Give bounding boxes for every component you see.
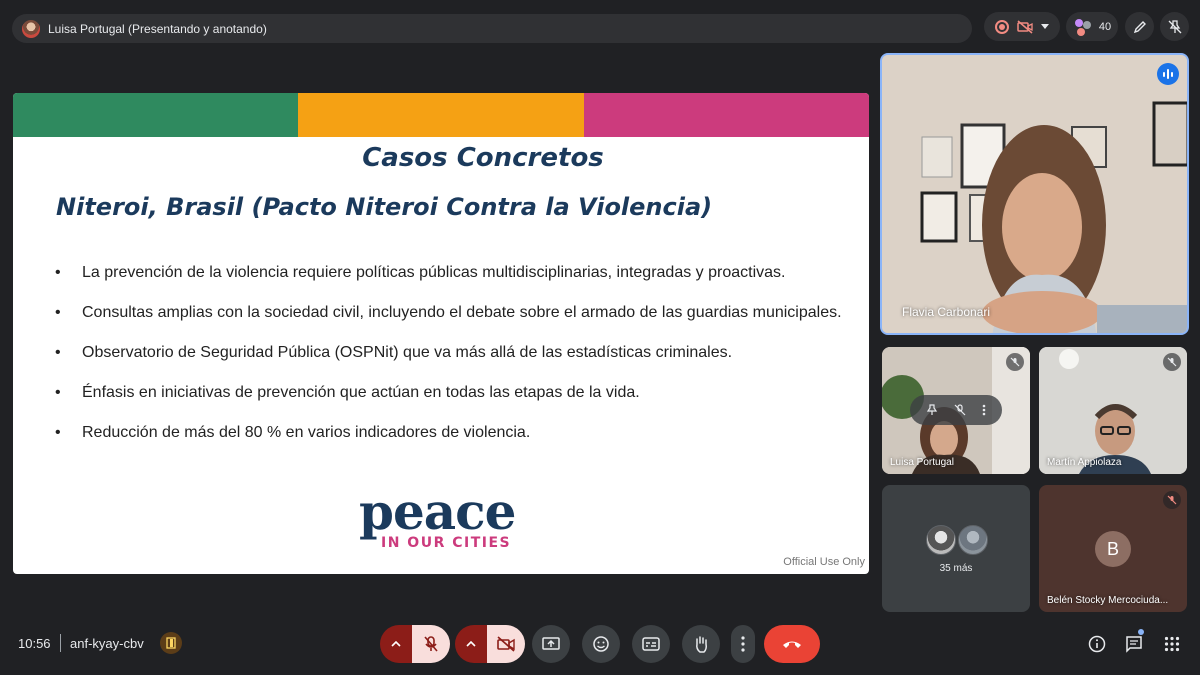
participant-tile[interactable]: Luisa Portugal (882, 347, 1030, 474)
participant-tile[interactable]: Martín Appiolaza (1039, 347, 1187, 474)
chat-notification-dot (1138, 629, 1144, 635)
apps-grid-icon (1164, 636, 1180, 652)
chat-icon (1126, 636, 1142, 653)
slide-bullet: Observatorio de Seguridad Pública (OSPNi… (55, 333, 845, 373)
raise-hand-button[interactable] (682, 625, 720, 663)
meet-window: Luisa Portugal (Presentando y anotando) … (0, 0, 1200, 675)
more-participants-avatars (926, 525, 988, 555)
mic-off-icon (1163, 353, 1181, 371)
leave-call-button[interactable] (764, 625, 820, 663)
mic-off-icon (1006, 353, 1024, 371)
audio-options-button[interactable] (380, 625, 412, 663)
presenter-avatar (22, 19, 40, 38)
slide-bullet-list: La prevención de la violencia requiere p… (55, 253, 845, 453)
participant-name: Luisa Portugal (890, 457, 954, 468)
hand-icon (696, 636, 707, 653)
mute-participant-icon[interactable] (954, 404, 966, 416)
people-icon (1074, 18, 1091, 36)
meeting-details-button[interactable] (1085, 632, 1109, 656)
more-participants-tile[interactable]: 35 más (882, 485, 1030, 612)
annotate-button[interactable] (1125, 12, 1154, 41)
slide-bullet: Reducción de más del 80 % en varios indi… (55, 413, 845, 453)
logo-main-text: peace (359, 482, 516, 541)
video-feed-flavia (882, 55, 1187, 333)
meeting-code: anf-kyay-cbv (70, 636, 144, 651)
shared-slide: Casos Concretos Niteroi, Brasil (Pacto N… (13, 93, 869, 574)
avatar (926, 525, 956, 555)
speaking-indicator-icon (1157, 63, 1179, 85)
captions-button[interactable] (632, 625, 670, 663)
presenter-label: Luisa Portugal (Presentando y anotando) (48, 21, 267, 36)
pin-icon[interactable] (926, 404, 938, 416)
participant-tile[interactable]: B Belén Stocky Mercociuda... (1039, 485, 1187, 612)
slide-bullet: Consultas amplias con la sociedad civil,… (55, 293, 845, 333)
participant-name: Belén Stocky Mercociuda... (1047, 595, 1169, 606)
tile-hover-toolbar[interactable] (910, 395, 1002, 425)
unpin-button[interactable] (1160, 12, 1189, 41)
chevron-down-icon (1041, 23, 1049, 29)
participants-button[interactable]: 40 (1066, 12, 1118, 41)
divider (60, 634, 61, 652)
activities-button[interactable] (1160, 632, 1184, 656)
logo-sub-text: IN OUR CITIES (381, 535, 512, 551)
mic-off-icon (424, 636, 438, 652)
presenter-banner[interactable]: Luisa Portugal (Presentando y anotando) (12, 14, 972, 43)
slide-title: Casos Concretos (362, 143, 604, 173)
slide-stripe-green (13, 93, 298, 137)
more-options-button[interactable] (731, 625, 755, 663)
chat-button[interactable] (1122, 632, 1146, 656)
participant-name: Martín Appiolaza (1047, 457, 1122, 468)
participant-name: Flavia Carbonari (902, 305, 991, 319)
video-off-icon (1017, 19, 1033, 34)
door-icon[interactable] (160, 632, 182, 654)
camera-off-icon (497, 636, 515, 652)
avatar (958, 525, 988, 555)
chevron-up-icon (391, 641, 401, 647)
present-screen-button[interactable] (532, 625, 570, 663)
pen-icon (1133, 20, 1146, 33)
camera-toggle-button[interactable] (487, 625, 525, 663)
avatar: B (1095, 531, 1131, 567)
present-to-all-icon (542, 637, 560, 650)
video-options-button[interactable] (455, 625, 487, 663)
more-vert-icon (741, 636, 745, 652)
record-icon (995, 19, 1009, 34)
slide-subtitle: Niteroi, Brasil (Pacto Niteroi Contra la… (56, 193, 713, 221)
emoji-icon (593, 636, 609, 652)
info-icon (1088, 635, 1106, 653)
slide-stripe-pink (584, 93, 869, 137)
reactions-button[interactable] (582, 625, 620, 663)
active-speaker-tile[interactable]: Flavia Carbonari (880, 53, 1189, 335)
closed-caption-icon (642, 637, 660, 651)
recording-controls[interactable] (984, 12, 1060, 41)
slide-bullet: La prevención de la violencia requiere p… (55, 253, 845, 293)
microphone-toggle-button[interactable] (412, 625, 450, 663)
mic-off-icon (1163, 491, 1181, 509)
slide-bullet: Énfasis en iniciativas de prevención que… (55, 373, 845, 413)
peace-in-our-cities-logo: peace IN OUR CITIES (359, 482, 529, 552)
call-end-icon (783, 641, 801, 648)
pin-off-icon (1168, 19, 1181, 33)
slide-stripe-orange (298, 93, 584, 137)
more-participants-count: 35 más (939, 563, 973, 574)
current-time: 10:56 (18, 636, 51, 651)
participant-count: 40 (1098, 20, 1112, 33)
more-vert-icon[interactable] (982, 404, 986, 416)
chevron-up-icon (466, 641, 476, 647)
slide-footer: Official Use Only (783, 556, 865, 568)
